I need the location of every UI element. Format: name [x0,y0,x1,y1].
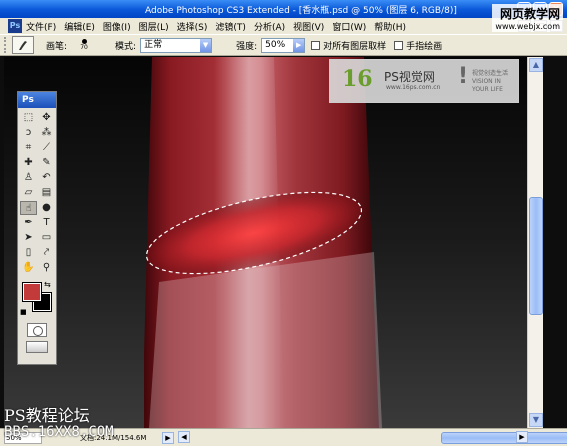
options-grip[interactable] [4,37,8,53]
scroll-up-button[interactable]: ▲ [529,58,543,72]
lasso-tool[interactable]: ↄ [20,126,37,140]
zoom-tool[interactable]: ⚲ [38,261,55,275]
pen-tool[interactable]: ✒ [20,216,37,230]
options-bar: 画笔: 70 模式: 正常 ▼ 强度: 50% ▶ 对所有图层取样 手指绘画 [0,34,567,56]
swap-colors-icon[interactable]: ⇆ [44,280,51,289]
brush-tool[interactable]: ✎ [38,156,55,170]
horizontal-scroll-thumb[interactable] [441,432,567,444]
marquee-tool[interactable]: ⬚ [20,111,37,125]
logo-tagline-1: 视觉创造生活 [472,70,509,77]
path-selection-tool[interactable]: ➤ [20,231,37,245]
brush-label: 画笔: [46,41,68,52]
clone-stamp-tool[interactable]: ♙ [20,171,37,185]
color-swatches: ⇆ ■ [18,280,56,320]
scroll-right-button[interactable]: ▶ [516,431,528,443]
menu-window[interactable]: 窗口(W) [332,20,366,33]
eyedropper-tool[interactable]: ⤤ [38,246,55,260]
smudge-icon [19,41,27,50]
forum-watermark: PS教程论坛 [4,406,90,425]
menu-layer[interactable]: 图层(L) [139,20,169,33]
menu-image[interactable]: 图像(I) [103,20,131,33]
brush-picker[interactable]: 70 [71,36,97,54]
menu-analysis[interactable]: 分析(A) [254,20,285,33]
quick-mask-button[interactable] [27,323,47,337]
exclamation-icon: ! [458,64,469,89]
chevron-down-icon: ▶ [293,38,305,52]
type-tool[interactable]: T [38,216,55,230]
history-brush-tool[interactable]: ↶ [38,171,55,185]
watermark-url: www.webjx.com [495,22,560,31]
crop-tool[interactable]: ⌗ [20,141,37,155]
site-watermark: 网页教学网 www.webjx.com [492,4,563,32]
window-title: Adobe Photoshop CS3 Extended - [香水瓶.psd … [145,6,457,16]
smudge-tool[interactable]: ☝ [20,201,37,215]
mode-select[interactable]: 正常 ▼ [140,37,213,53]
strength-input[interactable]: 50% ▶ [261,37,306,53]
document-canvas[interactable]: 16 PS视觉网 www.16ps.com.cn ! 视觉创造生活 VISION… [4,57,527,428]
foreground-color-swatch[interactable] [22,282,42,302]
watermark-title: 网页教学网 [499,7,560,21]
status-menu-button[interactable]: ▶ [162,432,174,444]
perfume-bottle-image [144,57,382,428]
vertical-scrollbar[interactable]: ▲ ▼ [527,57,543,428]
tool-preset-picker[interactable] [12,36,34,54]
brush-size: 70 [80,43,88,51]
slice-tool[interactable]: ⟋ [38,141,55,155]
menu-select[interactable]: 选择(S) [177,20,208,33]
logo-tagline: 视觉创造生活 VISION IN YOUR LIFE [472,70,518,94]
logo-url: www.16ps.com.cn [386,84,441,91]
app-icon[interactable]: Ps [8,19,22,33]
gradient-tool[interactable]: ▤ [38,186,55,200]
logo-banner: 16 PS视觉网 www.16ps.com.cn ! 视觉创造生活 VISION… [329,59,519,103]
menu-bar: Ps 文件(F) 编辑(E) 图像(I) 图层(L) 选择(S) 滤镜(T) 分… [0,18,567,34]
menu-help[interactable]: 帮助(H) [374,20,406,33]
tool-grid: ⬚ ✥ ↄ ⁂ ⌗ ⟋ ✚ ✎ ♙ ↶ ▱ ▤ ☝ ● ✒ T ➤ ▭ ▯ ⤤ ✋ ⚲ [18,108,56,278]
logo-tagline-2: VISION IN YOUR LIFE [472,78,503,93]
chevron-down-icon: ▼ [200,38,212,52]
tools-panel-header[interactable]: Ps [18,92,56,108]
healing-brush-tool[interactable]: ✚ [20,156,37,170]
sample-all-label: 对所有图层取样 [323,41,387,52]
scroll-down-button[interactable]: ▼ [529,413,543,427]
screen-mode-button[interactable] [26,341,48,353]
horizontal-scrollbar[interactable]: ◀ ▶ [178,431,567,445]
logo-mark: 16 [342,66,373,92]
mode-value: 正常 [144,39,163,50]
scroll-left-button[interactable]: ◀ [178,431,190,443]
bbs-watermark: BBS.16XX8.COM [4,424,114,440]
menu-file[interactable]: 文件(F) [26,20,56,33]
title-bar: Adobe Photoshop CS3 Extended - [香水瓶.psd … [0,0,567,18]
tools-panel: Ps ⬚ ✥ ↄ ⁂ ⌗ ⟋ ✚ ✎ ♙ ↶ ▱ ▤ ☝ ● ✒ T ➤ ▭ ▯ ⤤ ✋ ⚲ ⇆ ■ [17,91,57,365]
default-colors-icon[interactable]: ■ [20,308,27,316]
logo-name: PS视觉网 [384,70,435,84]
finger-painting-checkbox[interactable] [394,40,404,50]
menu-filter[interactable]: 滤镜(T) [215,20,246,33]
move-tool[interactable]: ✥ [38,111,55,125]
eraser-tool[interactable]: ▱ [20,186,37,200]
hand-tool[interactable]: ✋ [20,261,37,275]
menu-view[interactable]: 视图(V) [293,20,324,33]
strength-label: 强度: [236,41,258,52]
notes-tool[interactable]: ▯ [20,246,37,260]
finger-paint-label: 手指绘画 [406,41,443,52]
dodge-tool[interactable]: ● [38,201,55,215]
strength-value: 50% [265,39,286,50]
magic-wand-tool[interactable]: ⁂ [38,126,55,140]
sample-all-layers-checkbox[interactable] [311,40,321,50]
photoshop-window: Adobe Photoshop CS3 Extended - [香水瓶.psd … [0,0,567,446]
menu-edit[interactable]: 编辑(E) [64,20,95,33]
vertical-scroll-thumb[interactable] [529,197,543,315]
mode-label: 模式: [115,41,137,52]
shape-tool[interactable]: ▭ [38,231,55,245]
